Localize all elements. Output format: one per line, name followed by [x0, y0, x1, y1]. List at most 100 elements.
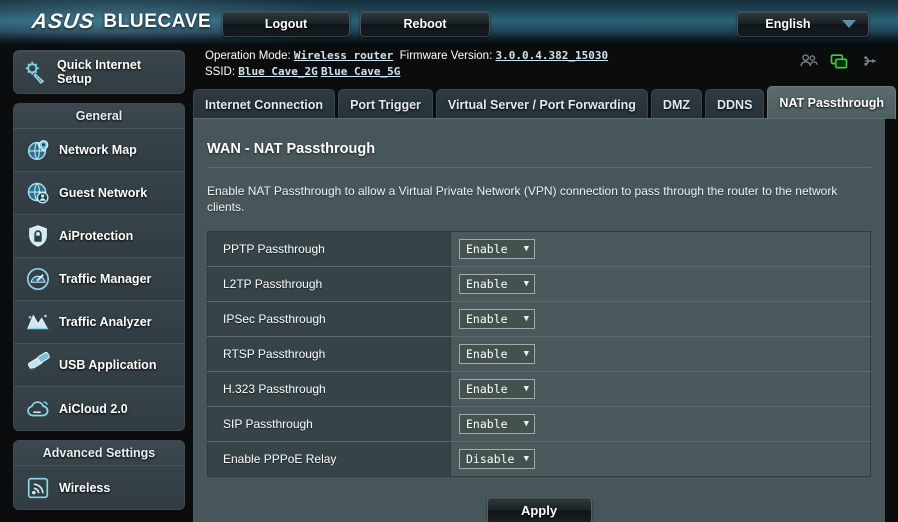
tab-bar: Internet Connection Port Trigger Virtual…	[193, 86, 897, 119]
main-content-panel: WAN - NAT Passthrough Enable NAT Passthr…	[193, 118, 885, 522]
network-map-icon	[27, 140, 49, 161]
h323-passthrough-select[interactable]: Enable ▼	[459, 379, 535, 399]
language-selector[interactable]: English	[737, 11, 869, 37]
setting-value-cell: Enable ▼	[450, 301, 871, 337]
brand-logo: ASUS BLUECAVE	[30, 10, 212, 34]
l2tp-passthrough-select[interactable]: Enable ▼	[459, 274, 535, 294]
top-banner: ASUS BLUECAVE Logout Reboot English	[0, 0, 898, 46]
setting-value-cell: Enable ▼	[450, 406, 871, 442]
setting-label: H.323 Passthrough	[207, 371, 451, 407]
page-description: Enable NAT Passthrough to allow a Virtua…	[207, 184, 838, 214]
operation-mode-label: Operation Mode:	[205, 50, 291, 62]
setting-label: SIP Passthrough	[207, 406, 451, 442]
setting-label: Enable PPPoE Relay	[207, 441, 451, 477]
table-row: PPTP Passthrough Enable ▼	[207, 231, 871, 267]
select-value: Enable	[466, 347, 508, 361]
reboot-button[interactable]: Reboot	[360, 11, 490, 37]
sip-passthrough-select[interactable]: Enable ▼	[459, 414, 535, 434]
table-row: IPSec Passthrough Enable ▼	[207, 301, 871, 337]
tab-ddns[interactable]: DDNS	[705, 89, 765, 119]
sidebar-label: Traffic Manager	[59, 272, 152, 286]
ssid-2g-value[interactable]: Blue Cave_2G	[238, 65, 317, 78]
table-row: Enable PPPoE Relay Disable ▼	[207, 441, 871, 477]
sidebar-label: Network Map	[59, 143, 137, 157]
title-divider	[207, 167, 871, 168]
shield-lock-icon	[29, 225, 47, 247]
setting-value-cell: Enable ▼	[450, 266, 871, 302]
firmware-label: Firmware Version:	[399, 50, 493, 62]
chevron-down-icon: ▼	[523, 349, 529, 359]
table-row: H.323 Passthrough Enable ▼	[207, 371, 871, 407]
sidebar-item-network-map[interactable]: Network Map	[14, 129, 184, 172]
setting-value-cell: Enable ▼	[450, 231, 871, 267]
chevron-down-icon: ▼	[523, 419, 529, 429]
pppoe-relay-select[interactable]: Disable ▼	[459, 449, 535, 469]
tab-internet-connection[interactable]: Internet Connection	[193, 89, 336, 119]
sidebar-label: USB Application	[59, 358, 157, 372]
operation-mode-value[interactable]: Wireless router	[294, 49, 393, 62]
page-title: WAN - NAT Passthrough	[207, 141, 376, 157]
setting-label: L2TP Passthrough	[207, 266, 451, 302]
nat-passthrough-settings-table: PPTP Passthrough Enable ▼ L2TP Passthrou…	[207, 231, 871, 477]
chevron-down-icon: ▼	[523, 384, 529, 394]
sidebar: Quick Internet Setup General Network Map	[13, 50, 185, 510]
sidebar-group-advanced-title: Advanced Settings	[14, 441, 184, 466]
setting-value-cell: Disable ▼	[450, 441, 871, 477]
setting-value-cell: Enable ▼	[450, 371, 871, 407]
rtsp-passthrough-select[interactable]: Enable ▼	[459, 344, 535, 364]
select-value: Enable	[466, 417, 508, 431]
usb-icon[interactable]	[859, 51, 879, 71]
status-icon-group	[799, 51, 879, 71]
select-value: Enable	[466, 242, 508, 256]
router-model-name: BLUECAVE	[103, 11, 212, 32]
sidebar-item-aicloud[interactable]: AiCloud 2.0	[14, 387, 184, 430]
chevron-down-icon: ▼	[523, 244, 529, 254]
sidebar-item-usb-application[interactable]: USB Application	[14, 344, 184, 387]
firmware-version-value[interactable]: 3.0.0.4.382_15030	[495, 49, 608, 62]
logout-button[interactable]: Logout	[222, 11, 350, 37]
status-info-bar: Operation Mode: Wireless router Firmware…	[205, 48, 885, 82]
select-value: Enable	[466, 382, 508, 396]
gauge-icon	[26, 267, 50, 291]
tab-port-trigger[interactable]: Port Trigger	[338, 89, 433, 119]
table-row: L2TP Passthrough Enable ▼	[207, 266, 871, 302]
tab-nat-passthrough[interactable]: NAT Passthrough	[767, 86, 897, 119]
sidebar-item-quick-internet-setup[interactable]: Quick Internet Setup	[13, 50, 185, 94]
ssid-label: SSID:	[205, 66, 236, 78]
sidebar-label: Wireless	[59, 480, 111, 495]
language-label: English	[765, 17, 811, 31]
ssid-line: SSID: Blue Cave_2G Blue Cave_5G	[205, 64, 885, 80]
table-row: RTSP Passthrough Enable ▼	[207, 336, 871, 372]
tab-virtual-server-port-forwarding[interactable]: Virtual Server / Port Forwarding	[435, 89, 648, 119]
sidebar-item-aiprotection[interactable]: AiProtection	[14, 215, 184, 258]
clients-icon[interactable]	[799, 51, 819, 71]
pptp-passthrough-select[interactable]: Enable ▼	[459, 239, 535, 259]
chevron-down-icon: ▼	[523, 454, 529, 464]
operation-mode-line: Operation Mode: Wireless router Firmware…	[205, 48, 885, 64]
select-value: Disable	[466, 452, 515, 466]
asus-logo: ASUS	[30, 10, 97, 33]
quick-setup-icon	[25, 61, 45, 84]
select-value: Enable	[466, 277, 508, 291]
select-value: Enable	[466, 312, 508, 326]
wireless-signal-icon	[27, 477, 49, 498]
network-monitor-icon[interactable]	[829, 51, 849, 71]
sidebar-label: AiProtection	[59, 229, 134, 243]
setting-label: IPSec Passthrough	[207, 301, 451, 337]
sidebar-item-guest-network[interactable]: Guest Network	[14, 172, 184, 215]
tab-dmz[interactable]: DMZ	[650, 89, 702, 119]
ssid-5g-value[interactable]: Blue Cave_5G	[321, 65, 400, 78]
sidebar-group-general-title: General	[14, 104, 184, 129]
setting-value-cell: Enable ▼	[450, 336, 871, 372]
sidebar-item-wireless[interactable]: Wireless	[14, 466, 184, 509]
sidebar-item-traffic-manager[interactable]: Traffic Manager	[14, 258, 184, 301]
apply-button[interactable]: Apply	[486, 497, 592, 522]
quick-setup-label: Quick Internet Setup	[57, 58, 142, 86]
guest-network-icon	[27, 182, 49, 204]
apply-button-row: Apply	[193, 497, 885, 522]
usb-application-icon	[27, 352, 50, 372]
setting-label: RTSP Passthrough	[207, 336, 451, 372]
sidebar-item-traffic-analyzer[interactable]: Traffic Analyzer	[14, 301, 184, 344]
setting-label: PPTP Passthrough	[207, 231, 451, 267]
ipsec-passthrough-select[interactable]: Enable ▼	[459, 309, 535, 329]
